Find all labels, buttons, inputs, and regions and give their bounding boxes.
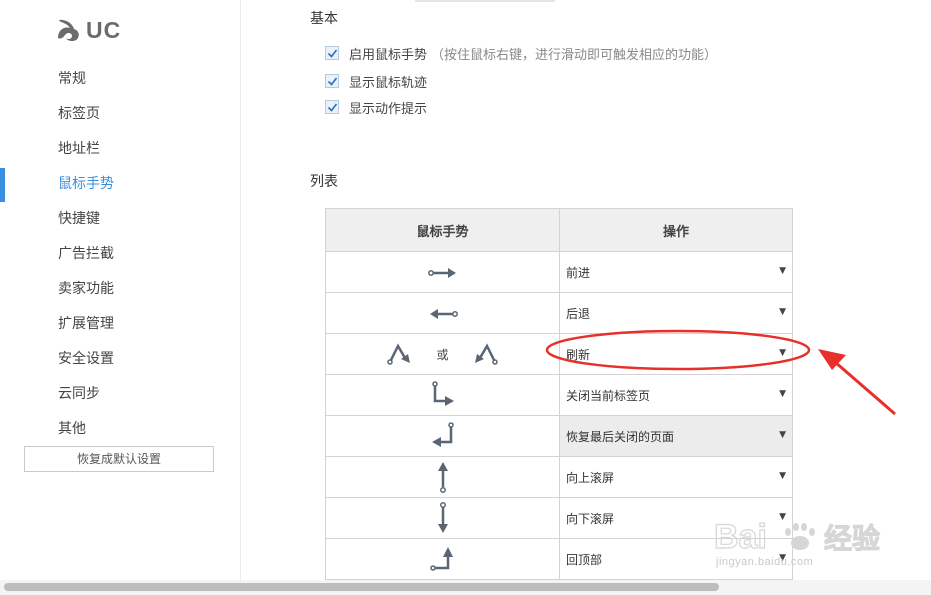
- arrow-right-icon: [427, 268, 456, 278]
- arrow-up-icon: [437, 462, 448, 493]
- sidebar-item-seller-features[interactable]: 卖家功能: [0, 272, 240, 307]
- action-label: 向上滚屏: [566, 470, 615, 485]
- enable-gesture-checkbox[interactable]: [325, 46, 339, 60]
- up-left-gesture-icon: [431, 422, 454, 447]
- dropdown-caret-icon: ▼: [779, 471, 786, 481]
- checkmark-icon: [327, 77, 337, 86]
- action-label: 向下滚屏: [566, 511, 615, 526]
- dropdown-caret-icon: ▼: [779, 430, 786, 440]
- sidebar-item-ad-block[interactable]: 广告拦截: [0, 237, 240, 272]
- enable-gesture-option[interactable]: 启用鼠标手势 （按住鼠标右键，进行滑动即可触发相应的功能）: [325, 44, 718, 63]
- action-label: 后退: [566, 306, 591, 321]
- gesture-column-header: 鼠标手势: [325, 208, 560, 252]
- show-hint-option[interactable]: 显示动作提示: [325, 98, 428, 117]
- table-row: 恢复最后关闭的页面 ▼: [325, 415, 793, 457]
- uc-squirrel-icon: [58, 19, 79, 41]
- logo-text: UC: [86, 16, 122, 43]
- dropdown-caret-icon: ▼: [779, 307, 786, 317]
- table-row: 向上滚屏 ▼: [325, 456, 793, 498]
- action-select-scroll-up[interactable]: 向上滚屏 ▼: [559, 456, 793, 498]
- up-down-gesture-alt-icon: [474, 343, 498, 365]
- dropdown-caret-icon: ▼: [779, 266, 786, 276]
- sidebar-item-general[interactable]: 常规: [0, 62, 240, 97]
- action-label: 刷新: [566, 347, 591, 362]
- basic-section-title: 基本: [310, 11, 338, 27]
- show-trail-option[interactable]: 显示鼠标轨迹: [325, 72, 428, 91]
- action-select-forward[interactable]: 前进 ▼: [559, 251, 793, 293]
- action-label: 前进: [566, 265, 591, 280]
- uc-logo: UC: [54, 14, 121, 46]
- enable-gesture-hint: （按住鼠标右键，进行滑动即可触发相应的功能）: [431, 47, 718, 63]
- dropdown-caret-icon: ▼: [779, 348, 786, 358]
- table-row: 关闭当前标签页 ▼: [325, 374, 793, 416]
- show-hint-checkbox[interactable]: [325, 100, 339, 114]
- sidebar-item-cloud-sync[interactable]: 云同步: [0, 377, 240, 412]
- horizontal-scrollbar-thumb[interactable]: [4, 583, 719, 591]
- action-select-reopen-closed[interactable]: 恢复最后关闭的页面 ▼: [559, 415, 793, 457]
- dropdown-caret-icon: ▼: [779, 389, 786, 399]
- show-trail-checkbox[interactable]: [325, 74, 339, 88]
- settings-sidebar: UC 常规 标签页 地址栏 鼠标手势 快捷键 广告拦截 卖家功能 扩展管理 安全…: [0, 0, 240, 580]
- checkmark-icon: [327, 103, 337, 112]
- table-row: 或 刷新 ▼: [325, 333, 793, 375]
- svg-text:经验: 经验: [824, 522, 880, 555]
- show-hint-label: 显示动作提示: [349, 101, 428, 117]
- action-label: 回顶部: [566, 552, 603, 567]
- down-right-gesture-icon: [431, 381, 454, 406]
- arrow-left-icon: [429, 309, 458, 319]
- svg-text:Bai: Bai: [714, 518, 767, 556]
- up-down-gesture-icon: [387, 343, 411, 365]
- checkmark-icon: [327, 49, 337, 58]
- restore-defaults-button[interactable]: 恢复成默认设置: [24, 446, 214, 472]
- settings-nav: 常规 标签页 地址栏 鼠标手势 快捷键 广告拦截 卖家功能 扩展管理 安全设置 …: [0, 62, 240, 447]
- table-row: 前进 ▼: [325, 251, 793, 293]
- or-label: 或: [436, 347, 449, 362]
- sidebar-item-shortcuts[interactable]: 快捷键: [0, 202, 240, 237]
- enable-gesture-label: 启用鼠标手势: [349, 47, 428, 63]
- action-label: 恢复最后关闭的页面: [566, 429, 675, 444]
- list-section-title: 列表: [310, 174, 338, 190]
- sidebar-item-other[interactable]: 其他: [0, 412, 240, 447]
- left-up-gesture-icon: [429, 547, 453, 571]
- baidu-jingyan-watermark: Bai 经验: [713, 517, 880, 556]
- show-trail-label: 显示鼠标轨迹: [349, 75, 428, 91]
- table-row: 后退 ▼: [325, 292, 793, 334]
- sidebar-item-extensions[interactable]: 扩展管理: [0, 307, 240, 342]
- watermark-url: jingyan.baidu.com: [716, 556, 814, 568]
- sidebar-item-tabs[interactable]: 标签页: [0, 97, 240, 132]
- sidebar-item-address-bar[interactable]: 地址栏: [0, 132, 240, 167]
- action-select-close-tab[interactable]: 关闭当前标签页 ▼: [559, 374, 793, 416]
- sidebar-divider: [240, 0, 241, 580]
- action-select-back[interactable]: 后退 ▼: [559, 292, 793, 334]
- sidebar-item-security[interactable]: 安全设置: [0, 342, 240, 377]
- arrow-down-icon: [437, 502, 448, 533]
- top-edge-tab: [415, 0, 555, 2]
- annotation-arrow-icon: [818, 349, 896, 416]
- sidebar-item-mouse-gestures[interactable]: 鼠标手势: [0, 167, 240, 202]
- action-select-refresh[interactable]: 刷新 ▼: [559, 333, 793, 375]
- action-label: 关闭当前标签页: [566, 388, 651, 403]
- action-column-header: 操作: [559, 208, 793, 252]
